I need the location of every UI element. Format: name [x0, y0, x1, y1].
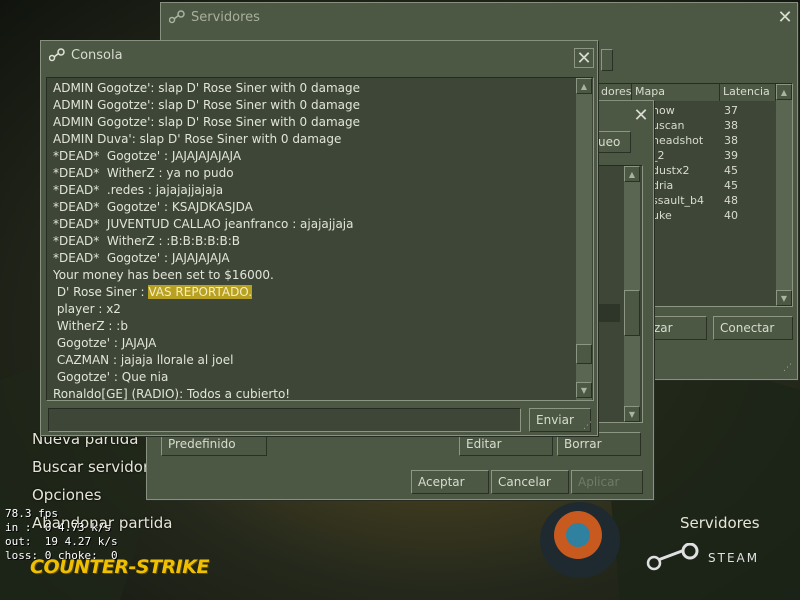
scroll-thumb[interactable]: [576, 344, 592, 364]
console-line-prefix: D' Rose Siner :: [53, 285, 149, 299]
net-graph: 78.3 fps in : 0 4.73 k/s out: 19 4.27 k/s l…: [5, 507, 118, 563]
console-command-input[interactable]: [48, 408, 521, 432]
scroll-thumb[interactable]: [624, 290, 640, 336]
server-map: uke: [652, 209, 672, 222]
server-latency: 45: [724, 164, 738, 177]
console-line: Ronaldo[GE] (RADIO): Todos a cubierto!: [53, 387, 291, 401]
steam-icon: [646, 543, 699, 571]
console-output: ADMIN Gogotze': slap D' Rose Siner with …: [46, 77, 594, 401]
servers-tab-partial[interactable]: [601, 49, 613, 71]
servers-resize-grip[interactable]: ⋰: [783, 364, 795, 377]
server-latency: 38: [724, 119, 738, 132]
in-readout: in : 0 4.73 k/s: [5, 521, 111, 534]
console-scrollbar[interactable]: ▲ ▼: [576, 78, 592, 400]
console-line: CAZMAN : jajaja llorale al joel: [53, 353, 234, 367]
servers-close-button[interactable]: ✕: [775, 7, 795, 28]
console-line: ADMIN Duva': slap D' Rose Siner with 0 d…: [53, 132, 342, 146]
scroll-up-icon[interactable]: ▲: [576, 78, 592, 94]
send-button[interactable]: Enviar: [529, 408, 591, 432]
connect-button[interactable]: Conectar: [713, 316, 793, 340]
servers-title: Servidores: [191, 9, 260, 25]
steam-small-icon: [49, 48, 65, 62]
server-latency: 37: [724, 104, 738, 117]
scroll-down-icon[interactable]: ▼: [624, 406, 640, 422]
console-line: WitherZ : :b: [53, 319, 128, 333]
console-line: ADMIN Gogotze': slap D' Rose Siner with …: [53, 81, 361, 95]
fps-readout: 78.3 fps: [5, 507, 58, 520]
console-resize-grip[interactable]: ⋰: [583, 422, 595, 435]
out-readout: out: 19 4.27 k/s: [5, 535, 118, 548]
scroll-down-icon[interactable]: ▼: [576, 382, 592, 398]
options-list: ▲ ▼: [593, 165, 643, 423]
console-lines: ADMIN Gogotze': slap D' Rose Siner with …: [53, 80, 573, 403]
col-header-players[interactable]: dores: [598, 84, 632, 101]
options-close-button[interactable]: ✕: [631, 105, 651, 126]
console-line: ADMIN Gogotze': slap D' Rose Siner with …: [53, 98, 361, 112]
server-latency: 48: [724, 194, 738, 207]
server-latency: 39: [724, 149, 738, 162]
steam-label: STEAM: [708, 551, 760, 565]
servers-title-bar[interactable]: Servidores: [161, 3, 797, 31]
console-line: ADMIN Gogotze': slap D' Rose Siner with …: [53, 115, 361, 129]
console-line: *DEAD* JUVENTUD CALLAO jeanfranco : ajaj…: [53, 217, 354, 231]
server-map: ssault_b4: [652, 194, 705, 207]
counter-strike-logo: COUNTER-STRIKE: [30, 556, 209, 578]
scroll-up-icon[interactable]: ▲: [776, 84, 792, 100]
server-map: headshot: [652, 134, 704, 147]
servers-partial-button[interactable]: zar: [647, 316, 707, 340]
console-line: *DEAD* .redes : jajajajjajaja: [53, 183, 224, 197]
options-list-scrollbar[interactable]: ▲ ▼: [624, 166, 640, 422]
server-latency: 45: [724, 179, 738, 192]
scroll-up-icon[interactable]: ▲: [624, 166, 640, 182]
console-line: Gogotze' : Que nia: [53, 370, 169, 384]
server-latency: 40: [724, 209, 738, 222]
console-title: Consola: [71, 47, 123, 63]
console-line: *DEAD* WitherZ : :B:B:B:B:B:B: [53, 234, 241, 248]
server-latency: 38: [724, 134, 738, 147]
console-line: Your money has been set to $16000.: [53, 268, 274, 282]
console-close-button[interactable]: ✕: [574, 48, 594, 69]
highlighted-text: VAS REPORTADO.: [148, 285, 253, 299]
steam-logo[interactable]: STEAM: [646, 543, 759, 573]
console-line: *DEAD* Gogotze' : JAJAJAJAJAJA: [53, 149, 242, 163]
col-header-map[interactable]: Mapa: [632, 84, 720, 101]
console-line: Gogotze' : JAJAJA: [53, 336, 157, 350]
servers-link[interactable]: Servidores: [680, 514, 760, 532]
steam-small-icon: [169, 10, 185, 24]
server-map: dria: [652, 179, 674, 192]
console-line-highlighted: D' Rose Siner : VAS REPORTADO.: [53, 284, 573, 301]
cancel-button[interactable]: Cancelar: [491, 470, 569, 494]
console-window: Consola ✕ ADMIN Gogotze': slap D' Rose S…: [40, 40, 598, 436]
console-line: *DEAD* Gogotze' : JAJAJAJAJA: [53, 251, 230, 265]
console-line: player : x2: [53, 302, 121, 316]
server-map: dustx2: [652, 164, 690, 177]
menu-options[interactable]: Opciones: [32, 486, 101, 504]
accept-button[interactable]: Aceptar: [411, 470, 489, 494]
console-title-bar[interactable]: Consola: [41, 41, 597, 69]
server-map: uscan: [652, 119, 685, 132]
apply-button[interactable]: Aplicar: [571, 470, 643, 494]
col-header-latency[interactable]: Latencia: [720, 84, 776, 101]
server-map: how: [652, 104, 675, 117]
console-line: *DEAD* Gogotze' : KSAJDKASJDA: [53, 200, 253, 214]
scroll-down-icon[interactable]: ▼: [776, 290, 792, 306]
server-list-scrollbar[interactable]: ▲ ▼: [776, 84, 792, 306]
console-line: *DEAD* WitherZ : ya no pudo: [53, 166, 234, 180]
